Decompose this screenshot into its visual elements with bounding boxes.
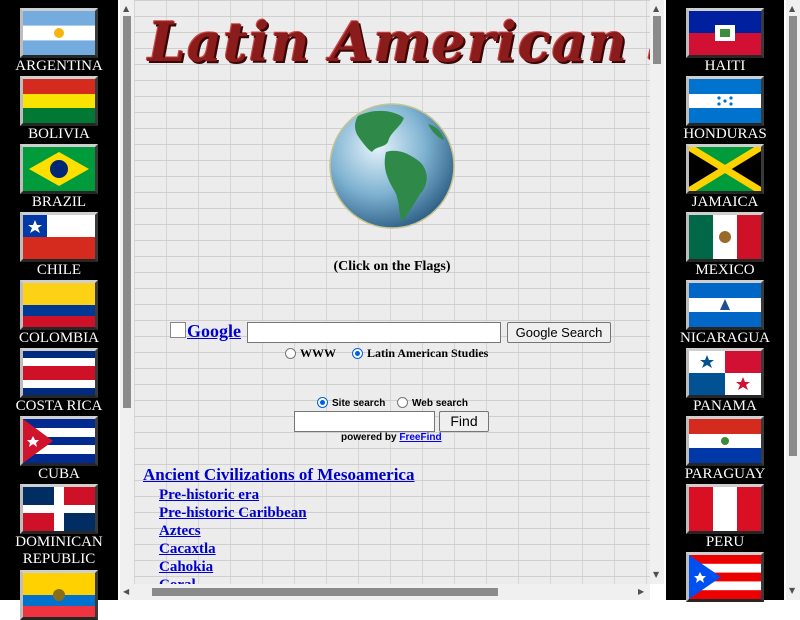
peru-flag-icon[interactable] xyxy=(686,484,764,534)
content-frame-hscrollbar[interactable]: ◀ ▶ xyxy=(120,584,650,600)
flag-label[interactable]: NICARAGUA xyxy=(666,330,784,347)
freefind-find-button[interactable]: Find xyxy=(439,411,489,432)
scroll-up-icon[interactable]: ▲ xyxy=(653,4,659,13)
argentina-flag-icon[interactable] xyxy=(20,8,98,58)
haiti-flag-icon[interactable] xyxy=(686,8,764,58)
google-option-site[interactable]: Latin American Studies xyxy=(352,346,488,361)
freefind-search-input[interactable] xyxy=(294,411,435,432)
broken-image-icon xyxy=(170,322,186,338)
globe-icon xyxy=(329,103,455,229)
list-item-link[interactable]: Pre-historic Caribbean xyxy=(159,504,307,522)
radio-latin-american-studies[interactable] xyxy=(352,348,363,359)
scrollbar-thumb[interactable] xyxy=(789,16,797,456)
radio-site-search-label: Site search xyxy=(332,398,386,409)
scrollbar-thumb[interactable] xyxy=(123,16,131,408)
mexico-flag-icon[interactable] xyxy=(686,212,764,262)
google-option-www[interactable]: WWW xyxy=(285,346,336,361)
chile-flag-icon[interactable] xyxy=(20,212,98,262)
radio-web-search[interactable] xyxy=(397,397,408,408)
puerto-rico-flag-icon[interactable] xyxy=(686,552,764,602)
left-frame-scrollbar[interactable]: ▲ xyxy=(120,0,134,600)
dominican-republic-flag-icon[interactable] xyxy=(20,484,98,534)
flag-label[interactable]: ARGENTINA xyxy=(0,58,118,75)
flag-label[interactable]: CHILE xyxy=(0,262,118,279)
scroll-down-icon[interactable]: ▼ xyxy=(653,570,659,579)
brazil-flag-icon[interactable] xyxy=(20,144,98,194)
freefind-option-web[interactable]: Web search xyxy=(397,397,468,409)
scroll-left-icon[interactable]: ◀ xyxy=(123,587,129,596)
freefind-link[interactable]: FreeFind xyxy=(399,432,441,443)
flag-label-line-1[interactable]: DOMINICAN xyxy=(15,534,103,550)
colombia-flag-icon[interactable] xyxy=(20,280,98,330)
flag-label[interactable]: PARAGUAY xyxy=(666,466,784,483)
flag-label[interactable]: BRAZIL xyxy=(0,194,118,211)
flag-label[interactable]: COSTA RICA xyxy=(0,398,118,415)
flag-label[interactable]: HAITI xyxy=(666,58,784,75)
right-frame-scrollbar[interactable]: ▲ ▼ xyxy=(786,0,800,600)
freefind-option-site[interactable]: Site search xyxy=(317,397,385,409)
flag-label[interactable]: MEXICO xyxy=(666,262,784,279)
flag-label[interactable]: PANAMA xyxy=(666,398,784,415)
google-search-input[interactable] xyxy=(247,322,501,343)
radio-site-search[interactable] xyxy=(317,397,328,408)
radio-site-label: Latin American Studies xyxy=(367,346,489,360)
right-flag-frame: HAITI HONDURAS JAMAICA MEXICO NICARAGUA … xyxy=(666,0,784,602)
ecuador-flag-icon[interactable] xyxy=(20,570,98,620)
paraguay-flag-icon[interactable] xyxy=(686,416,764,466)
flag-label[interactable]: PERU xyxy=(666,534,784,551)
flag-label-line-2[interactable]: REPUBLIC xyxy=(23,551,96,567)
flag-label[interactable]: COLOMBIA xyxy=(0,330,118,347)
flag-label[interactable]: HONDURAS xyxy=(666,126,784,143)
page-title: Latin American S xyxy=(148,10,650,74)
list-item-link[interactable]: Coral xyxy=(159,576,307,584)
flag-label[interactable]: DOMINICAN REPUBLIC xyxy=(0,534,118,568)
section-link-list: Pre-historic era Pre-historic Caribbean … xyxy=(159,486,307,584)
nicaragua-flag-icon[interactable] xyxy=(686,280,764,330)
hscrollbar-thumb[interactable] xyxy=(152,588,498,596)
google-logo-link[interactable]: Google xyxy=(170,321,241,342)
radio-www-label: WWW xyxy=(300,346,336,360)
scroll-right-icon[interactable]: ▶ xyxy=(638,587,644,596)
google-search-button[interactable]: Google Search xyxy=(507,322,611,343)
list-item-link[interactable]: Cacaxtla xyxy=(159,540,307,558)
cuba-flag-icon[interactable] xyxy=(20,416,98,466)
flag-label[interactable]: CUBA xyxy=(0,466,118,483)
section-heading-link[interactable]: Ancient Civilizations of Mesoamerica xyxy=(143,465,414,485)
scrollbar-thumb[interactable] xyxy=(653,16,661,64)
jamaica-flag-icon[interactable] xyxy=(686,144,764,194)
radio-web-search-label: Web search xyxy=(412,398,468,409)
scroll-down-icon[interactable]: ▼ xyxy=(789,586,795,595)
google-logo-alt[interactable]: Google xyxy=(187,321,241,341)
flag-label[interactable]: BOLIVIA xyxy=(0,126,118,143)
freefind-powered-by: powered by FreeFind xyxy=(341,432,442,443)
bolivia-flag-icon[interactable] xyxy=(20,76,98,126)
panama-flag-icon[interactable] xyxy=(686,348,764,398)
flag-label[interactable]: JAMAICA xyxy=(666,194,784,211)
scroll-up-icon[interactable]: ▲ xyxy=(789,4,795,13)
click-flags-note: (Click on the Flags) xyxy=(333,259,451,274)
powered-by-text: powered by xyxy=(341,432,397,443)
scroll-up-icon[interactable]: ▲ xyxy=(123,4,129,13)
costa-rica-flag-icon[interactable] xyxy=(20,348,98,398)
left-flag-frame: ARGENTINA BOLIVIA BRAZIL CHILE COLOMBIA … xyxy=(0,0,118,620)
list-item-link[interactable]: Cahokia xyxy=(159,558,307,576)
main-content-frame: Latin American S (Click on the Flags) Go… xyxy=(134,0,650,584)
list-item-link[interactable]: Pre-historic era xyxy=(159,486,307,504)
honduras-flag-icon[interactable] xyxy=(686,76,764,126)
content-frame-scrollbar[interactable]: ▲ ▼ xyxy=(650,0,664,584)
radio-www[interactable] xyxy=(285,348,296,359)
list-item-link[interactable]: Aztecs xyxy=(159,522,307,540)
